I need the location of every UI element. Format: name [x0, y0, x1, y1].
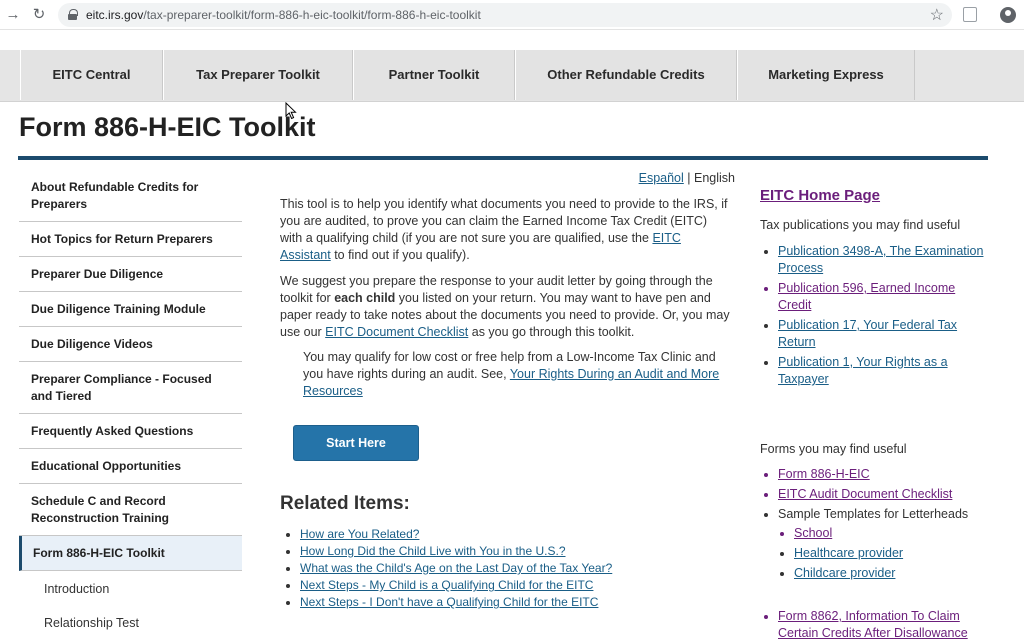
intro-paragraph: This tool is to help you identify what d… — [280, 197, 728, 262]
template-childcare-link[interactable]: Childcare provider — [794, 566, 895, 580]
list-item: EITC Audit Document Checklist — [778, 486, 985, 503]
sidebar-subitem-relationship-test[interactable]: Relationship Test — [19, 606, 242, 639]
forms-label: Forms you may find useful — [760, 442, 907, 456]
list-item: Sample Templates for Letterheads School … — [778, 506, 985, 582]
suggestion-paragraph: We suggest you prepare the response to y… — [280, 274, 730, 339]
sidebar-item-educational-opportunities[interactable]: Educational Opportunities — [19, 449, 242, 484]
rights-paragraph: You may qualify for low cost or free hel… — [303, 350, 720, 398]
sidebar-item-preparer-compliance[interactable]: Preparer Compliance - Focused and Tiered — [19, 362, 242, 414]
form-8862-list: Form 8862, Information To Claim Certain … — [778, 608, 985, 639]
list-item: How Long Did the Child Live with You in … — [300, 543, 612, 560]
bookmark-star-icon[interactable]: ☆ — [930, 5, 944, 25]
list-item: What was the Child's Age on the Last Day… — [300, 560, 612, 577]
reload-icon[interactable]: ↻ — [30, 6, 48, 24]
related-link-how-long-live[interactable]: How Long Did the Child Live with You in … — [300, 544, 566, 558]
related-link-how-related[interactable]: How are You Related? — [300, 527, 419, 541]
tab-other-refundable-credits[interactable]: Other Refundable Credits — [515, 50, 737, 100]
mouse-cursor-icon — [285, 102, 297, 120]
template-school-link[interactable]: School — [794, 526, 832, 540]
publications-list: Publication 3498-A, The Examination Proc… — [778, 243, 985, 391]
browser-toolbar: → ↻ eitc.irs.gov/tax-preparer-toolkit/fo… — [0, 0, 1024, 30]
tab-eitc-central[interactable]: EITC Central — [20, 50, 163, 100]
back-arrow-icon[interactable]: → — [4, 6, 22, 24]
lang-espanol-link[interactable]: Español — [639, 171, 684, 185]
sample-templates-label: Sample Templates for Letterheads — [778, 507, 969, 521]
eitc-document-checklist-link[interactable]: EITC Document Checklist — [325, 325, 468, 339]
list-item: Next Steps - My Child is a Qualifying Ch… — [300, 577, 612, 594]
list-item: How are You Related? — [300, 526, 612, 543]
list-item: School — [794, 525, 985, 542]
page-title: Form 886-H-EIC Toolkit — [19, 112, 316, 142]
publication-1-link[interactable]: Publication 1, Your Rights as a Taxpayer — [778, 355, 948, 386]
sidebar-item-schedule-c-training[interactable]: Schedule C and Record Reconstruction Tra… — [19, 484, 242, 536]
publication-596-link[interactable]: Publication 596, Earned Income Credit — [778, 281, 955, 312]
tab-partner-toolkit[interactable]: Partner Toolkit — [353, 50, 515, 100]
list-item: Publication 1, Your Rights as a Taxpayer — [778, 354, 985, 388]
related-link-child-age[interactable]: What was the Child's Age on the Last Day… — [300, 561, 612, 575]
title-divider — [18, 156, 988, 160]
related-items-heading: Related Items: — [280, 493, 410, 514]
related-items-list: How are You Related? How Long Did the Ch… — [300, 526, 612, 611]
sidebar-subitem-introduction[interactable]: Introduction — [19, 571, 242, 606]
list-item: Healthcare provider — [794, 545, 985, 562]
sidebar-item-form-886-h-eic-toolkit[interactable]: Form 886-H-EIC Toolkit — [19, 536, 242, 571]
tab-tax-preparer-toolkit[interactable]: Tax Preparer Toolkit — [163, 50, 353, 100]
sidebar-item-due-diligence-training[interactable]: Due Diligence Training Module — [19, 292, 242, 327]
list-item: Form 8862, Information To Claim Certain … — [778, 608, 985, 639]
forms-list: Form 886-H-EIC EITC Audit Document Check… — [778, 466, 985, 585]
publication-17-link[interactable]: Publication 17, Your Federal Tax Return — [778, 318, 957, 349]
url-text: eitc.irs.gov/tax-preparer-toolkit/form-8… — [86, 8, 481, 22]
tab-marketing-express[interactable]: Marketing Express — [737, 50, 915, 100]
lang-separator: | — [683, 171, 694, 185]
sidebar-item-faq[interactable]: Frequently Asked Questions — [19, 414, 242, 449]
list-item: Form 886-H-EIC — [778, 466, 985, 483]
templates-list: School Healthcare provider Childcare pro… — [778, 525, 985, 582]
lang-english: English — [694, 171, 735, 185]
list-item: Next Steps - I Don't have a Qualifying C… — [300, 594, 612, 611]
extension-icon[interactable] — [963, 7, 977, 22]
eitc-home-page-link[interactable]: EITC Home Page — [760, 187, 880, 204]
list-item: Childcare provider — [794, 565, 985, 582]
form-886-h-eic-link[interactable]: Form 886-H-EIC — [778, 467, 870, 481]
list-item: Publication 3498-A, The Examination Proc… — [778, 243, 985, 277]
list-item: Publication 17, Your Federal Tax Return — [778, 317, 985, 351]
sidebar-item-hot-topics[interactable]: Hot Topics for Return Preparers — [19, 222, 242, 257]
eitc-audit-document-checklist-link[interactable]: EITC Audit Document Checklist — [778, 487, 952, 501]
account-icon[interactable] — [1000, 7, 1016, 23]
sidebar-item-preparer-due-diligence[interactable]: Preparer Due Diligence — [19, 257, 242, 292]
sidebar-item-about-refundable-credits[interactable]: About Refundable Credits for Preparers — [19, 170, 242, 222]
sidebar-item-due-diligence-videos[interactable]: Due Diligence Videos — [19, 327, 242, 362]
related-link-next-steps-qualifying[interactable]: Next Steps - My Child is a Qualifying Ch… — [300, 578, 593, 592]
form-8862-link[interactable]: Form 8862, Information To Claim Certain … — [778, 609, 968, 639]
top-navigation: EITC Central Tax Preparer Toolkit Partne… — [0, 50, 1024, 102]
template-healthcare-link[interactable]: Healthcare provider — [794, 546, 903, 560]
sidebar-nav: About Refundable Credits for Preparers H… — [19, 170, 242, 639]
lock-icon — [68, 9, 78, 20]
related-link-next-steps-not-qualifying[interactable]: Next Steps - I Don't have a Qualifying C… — [300, 595, 598, 609]
address-bar[interactable]: eitc.irs.gov/tax-preparer-toolkit/form-8… — [58, 3, 952, 27]
publication-3498a-link[interactable]: Publication 3498-A, The Examination Proc… — [778, 244, 983, 275]
language-switcher: Español | English — [639, 170, 735, 187]
list-item: Publication 596, Earned Income Credit — [778, 280, 985, 314]
start-here-button[interactable]: Start Here — [293, 425, 419, 461]
publications-label: Tax publications you may find useful — [760, 218, 961, 232]
